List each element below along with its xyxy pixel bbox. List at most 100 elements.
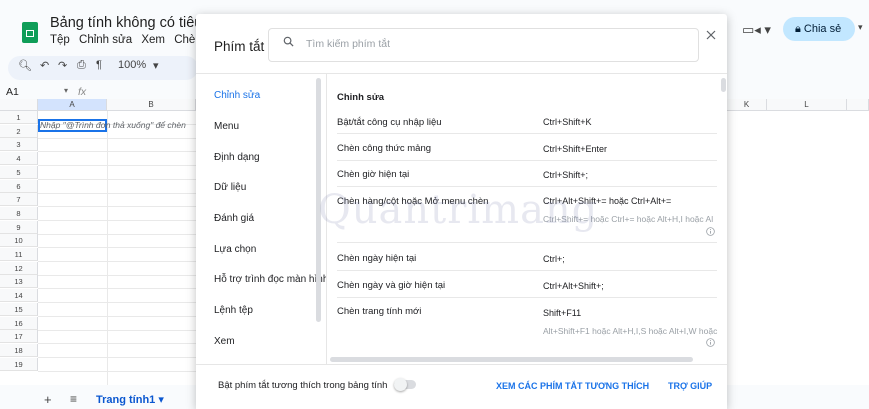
row-gridline (38, 288, 196, 290)
row-header[interactable]: 18 (0, 343, 38, 357)
all-sheets-icon[interactable]: ≡ (70, 392, 77, 406)
row-gridline (38, 233, 196, 235)
zoom-select[interactable]: 100% (118, 59, 146, 71)
column-header-k[interactable]: K (727, 99, 767, 111)
row-header[interactable]: 1 (0, 111, 38, 124)
name-box[interactable]: A1 (6, 86, 19, 98)
row-header[interactable]: 2 (0, 124, 38, 138)
shortcut-search-input[interactable] (306, 36, 686, 52)
row-header[interactable]: 6 (0, 179, 38, 193)
shortcuts-horizontal-scrollbar[interactable] (330, 357, 693, 362)
row-header[interactable]: 4 (0, 152, 38, 166)
menu-view[interactable]: Xem (141, 34, 165, 46)
row-header[interactable]: 5 (0, 165, 38, 179)
category-data[interactable]: Dữ liệu (214, 182, 246, 193)
shortcut-name: Chèn trang tính mới (337, 306, 422, 317)
shortcut-keys: Shift+F11 (543, 308, 582, 318)
shortcut-keys: Ctrl+Shift+; (543, 170, 589, 180)
shortcut-keys: Ctrl+Shift+K (543, 117, 592, 127)
row-gridline (38, 343, 196, 345)
shortcut-name: Chèn công thức mảng (337, 143, 432, 154)
row-header[interactable]: 16 (0, 316, 38, 330)
row-header[interactable]: 3 (0, 138, 38, 152)
column-header-b[interactable]: B (107, 99, 196, 111)
share-button[interactable]: 🔒︎ Chia sẻ (783, 17, 855, 41)
row-header[interactable]: 13 (0, 275, 38, 289)
toggle-knob (394, 378, 407, 391)
redo-icon[interactable]: ↷ (58, 59, 67, 72)
row-gridline (38, 274, 196, 276)
row-header[interactable]: 17 (0, 330, 38, 344)
name-box-chevron-icon[interactable]: ▾ (64, 86, 68, 95)
sheet-grid[interactable]: A B 1 2 3 4 5 6 7 8 9 10 11 12 13 14 15 16 17 18 19 (0, 99, 196, 385)
shortcuts-vertical-scrollbar[interactable] (721, 78, 726, 92)
category-editing[interactable]: Chỉnh sửa (214, 90, 260, 101)
paint-format-icon[interactable]: ¶ (96, 59, 102, 71)
row-gridline (38, 206, 196, 208)
row-divider (337, 297, 717, 298)
view-compat-shortcuts-button[interactable]: XEM CÁC PHÍM TẮT TƯƠNG THÍCH (496, 381, 649, 391)
add-sheet-icon[interactable]: + (44, 392, 52, 407)
zoom-chevron-icon[interactable]: ▾ (153, 59, 159, 72)
column-header-l[interactable]: L (767, 99, 847, 111)
menu-bar: Tệp Chỉnh sửa Xem Chèn (50, 34, 208, 46)
row-header[interactable]: 8 (0, 206, 38, 220)
row-header[interactable]: 15 (0, 302, 38, 316)
compat-shortcuts-toggle[interactable] (394, 378, 416, 391)
column-header-m[interactable] (847, 99, 869, 111)
row-header[interactable]: 12 (0, 261, 38, 275)
row-gridline (38, 165, 196, 167)
info-icon[interactable] (706, 227, 715, 236)
compat-shortcuts-label: Bật phím tắt tương thích trong bảng tính (218, 380, 388, 391)
dialog-footer-divider (196, 364, 727, 365)
select-all-corner[interactable] (0, 99, 38, 111)
sheets-logo-icon[interactable] (22, 22, 38, 43)
print-icon[interactable]: ⎙ (77, 59, 86, 72)
row-header[interactable]: 11 (0, 248, 38, 261)
watermark: Quantrimang (318, 187, 599, 233)
row-gridline (38, 247, 196, 249)
menu-edit[interactable]: Chỉnh sửa (79, 34, 132, 46)
row-header[interactable]: 19 (0, 357, 38, 371)
category-format[interactable]: Định dạng (214, 152, 260, 163)
column-header-a[interactable]: A (38, 99, 107, 111)
undo-icon[interactable]: ↶ (40, 59, 49, 72)
search-menus-icon[interactable]: 🔍︎ (18, 59, 32, 72)
row-gridline (38, 315, 196, 317)
category-view[interactable]: Xem (214, 336, 235, 347)
shortcut-keys: Ctrl+Alt+Shift+; (543, 281, 604, 291)
share-dropdown-icon[interactable]: ▾ (858, 22, 863, 33)
row-header[interactable]: 10 (0, 234, 38, 248)
category-screen-reader[interactable]: Hỗ trợ trình đọc màn hình (214, 274, 326, 285)
search-icon (283, 36, 294, 47)
share-label: Chia sẻ (803, 23, 842, 35)
info-icon[interactable] (706, 338, 715, 347)
row-gridline (38, 192, 196, 194)
shortcut-keys: Ctrl+; (543, 254, 565, 264)
row-gridline (38, 261, 196, 262)
shortcut-alt-keys: Alt+Shift+F1 hoặc Alt+H,I,S hoặc Alt+I,W… (543, 326, 718, 336)
lock-icon: 🔒︎ (795, 23, 804, 35)
cell-hint-text: Nhập "@Trình đơn thả xuống" để chèn (40, 120, 186, 130)
row-header[interactable]: 9 (0, 220, 38, 234)
category-selection[interactable]: Lựa chọn (214, 244, 256, 255)
close-icon[interactable] (704, 28, 718, 42)
menu-file[interactable]: Tệp (50, 34, 70, 46)
help-button[interactable]: TRỢ GIÚP (668, 381, 712, 391)
sheet-grid-right[interactable]: K L (727, 99, 869, 385)
section-heading: Chỉnh sửa (337, 92, 384, 103)
row-header[interactable]: 14 (0, 289, 38, 303)
formula-fx-icon: fx (78, 86, 87, 98)
shortcut-name: Chèn giờ hiện tại (337, 169, 410, 180)
category-review[interactable]: Đánh giá (214, 213, 254, 224)
category-menu[interactable]: Menu (214, 121, 239, 132)
sheet-tab[interactable]: Trang tính1 ▾ (96, 393, 164, 406)
row-gridline (38, 356, 196, 358)
row-divider (337, 242, 717, 243)
dialog-title: Phím tắt (214, 39, 265, 54)
category-file-commands[interactable]: Lệnh tệp (214, 305, 253, 316)
shortcut-name: Bật/tắt công cụ nhập liệu (337, 117, 442, 128)
meet-camera-icon[interactable]: ▭◂ ▾ (742, 22, 771, 38)
row-header[interactable]: 7 (0, 193, 38, 207)
row-gridline (38, 178, 196, 180)
